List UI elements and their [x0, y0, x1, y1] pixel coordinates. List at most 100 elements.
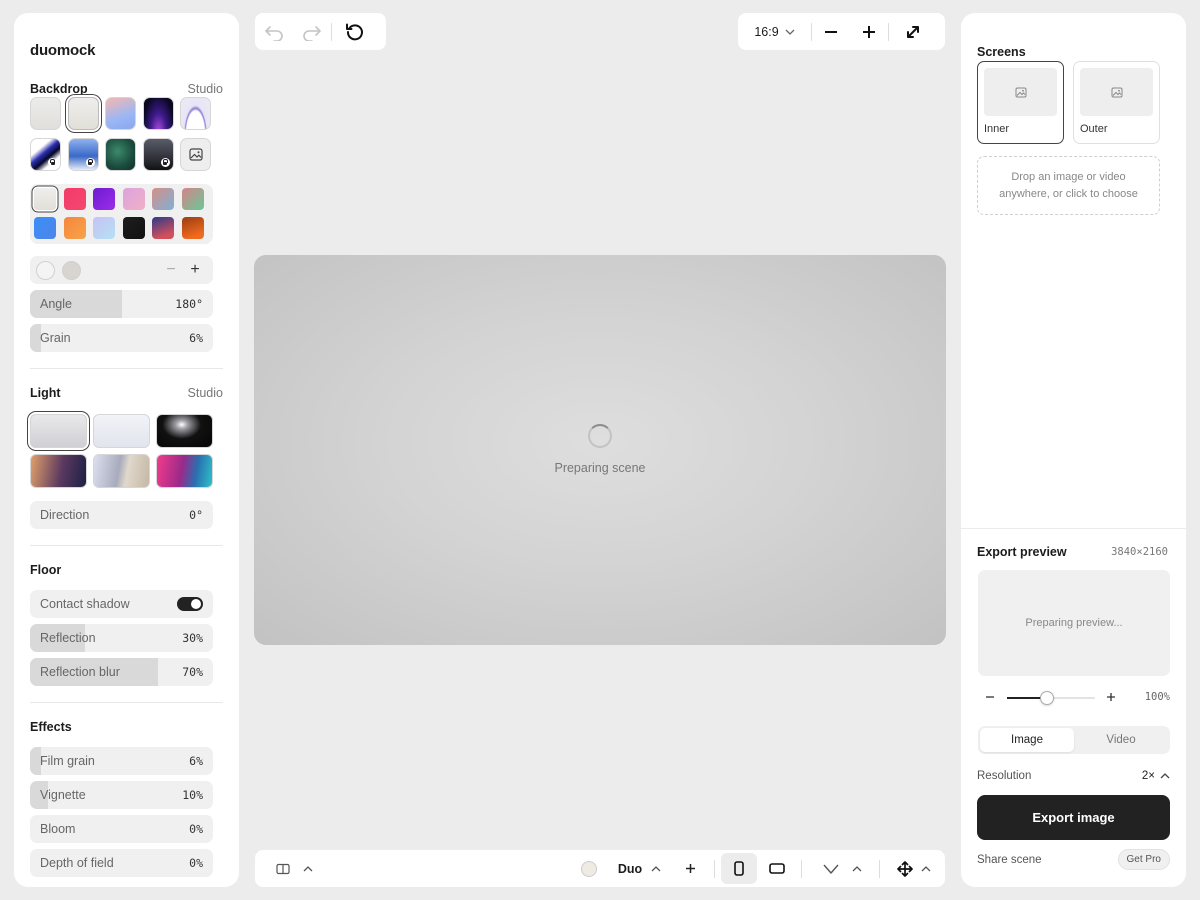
bloom-label: Bloom: [40, 822, 76, 836]
zoom-slider-handle[interactable]: [1040, 691, 1055, 705]
undo-button[interactable]: [255, 13, 293, 50]
color-swatch[interactable]: [63, 188, 86, 210]
mode-value: Duo: [617, 861, 643, 876]
mode-select[interactable]: Duo: [613, 850, 647, 887]
light-preset[interactable]: [156, 454, 213, 488]
aspect-ratio-select[interactable]: 16:9: [738, 13, 811, 50]
redo-icon: [303, 25, 321, 41]
export-image-button[interactable]: Export image: [977, 795, 1170, 840]
contact-shadow-label: Contact shadow: [40, 597, 130, 611]
direction-value: 0°: [189, 508, 203, 522]
backdrop-preset-wave[interactable]: [30, 138, 61, 171]
color-swatch[interactable]: [152, 217, 175, 239]
reflection-label: Reflection: [40, 631, 96, 645]
angle-label: Angle: [40, 297, 72, 311]
light-preset[interactable]: [30, 454, 87, 488]
vignette-slider[interactable]: Vignette 10%: [30, 781, 213, 809]
get-pro-button[interactable]: Get Pro: [1117, 849, 1170, 870]
color-swatch[interactable]: [93, 188, 116, 210]
light-preset[interactable]: [156, 414, 213, 448]
reflection-slider[interactable]: Reflection 30%: [30, 624, 213, 652]
zoom-out-button[interactable]: [985, 690, 995, 709]
share-scene-link[interactable]: Share scene: [977, 854, 1042, 866]
scene-canvas[interactable]: Preparing scene: [254, 255, 946, 645]
tab-image[interactable]: Image: [980, 728, 1074, 752]
zoom-in-button[interactable]: [1106, 690, 1116, 709]
chevron-up-icon: [303, 865, 313, 871]
redo-button[interactable]: [293, 13, 331, 50]
mode-menu-button[interactable]: [647, 850, 665, 887]
color-swatch[interactable]: [34, 188, 56, 210]
depth-of-field-slider[interactable]: Depth of field 0%: [30, 849, 213, 877]
light-mode[interactable]: Studio: [188, 386, 223, 400]
add-stop-button[interactable]: +: [183, 262, 207, 278]
contact-shadow-row: Contact shadow: [30, 590, 213, 618]
backdrop-preset-sky[interactable]: [67, 138, 99, 171]
screen-label: Outer: [1080, 123, 1108, 135]
export-type-tabs: Image Video: [978, 726, 1170, 754]
upload-backdrop-button[interactable]: [180, 138, 211, 171]
backdrop-mode[interactable]: Studio: [188, 82, 223, 96]
reset-button[interactable]: [332, 13, 378, 50]
reflection-blur-slider[interactable]: Reflection blur 70%: [30, 658, 213, 686]
floor-title: Floor: [30, 563, 62, 577]
backdrop-preset-night[interactable]: [142, 97, 174, 130]
preview-status: Preparing preview...: [1025, 617, 1123, 629]
color-swatch[interactable]: [93, 217, 116, 239]
plus-icon: [685, 864, 695, 873]
separator: [714, 860, 715, 878]
backdrop-preset-dusk[interactable]: [142, 138, 174, 171]
color-swatch[interactable]: [181, 188, 204, 210]
grain-slider[interactable]: Grain 6%: [30, 324, 213, 352]
contact-shadow-toggle[interactable]: [177, 597, 203, 611]
screen-label: Inner: [984, 123, 1010, 135]
add-device-button[interactable]: [679, 850, 701, 887]
divider: [30, 545, 223, 546]
color-swatch[interactable]: [181, 217, 204, 239]
portrait-button[interactable]: [721, 853, 757, 884]
color-swatch[interactable]: [152, 188, 175, 210]
camera-angle-button[interactable]: [821, 850, 841, 887]
backdrop-preset-pastel[interactable]: [105, 97, 136, 130]
layout-menu-button[interactable]: [299, 850, 317, 887]
image-icon: [188, 148, 203, 161]
minus-icon: [986, 696, 994, 698]
gradient-stop-2[interactable]: [62, 260, 81, 280]
backdrop-preset-forest[interactable]: [105, 138, 136, 171]
layout-button[interactable]: [273, 850, 293, 887]
color-swatch[interactable]: [122, 188, 145, 210]
camera-menu-button[interactable]: [848, 850, 866, 887]
direction-slider[interactable]: Direction 0°: [30, 501, 213, 529]
backdrop-preset-arc[interactable]: [180, 97, 211, 130]
angle-slider[interactable]: Angle 180°: [30, 290, 213, 318]
landscape-button[interactable]: [759, 850, 795, 887]
bloom-slider[interactable]: Bloom 0%: [30, 815, 213, 843]
left-panel: duomock Backdrop Studio − + Angle 180° G…: [14, 13, 239, 887]
chevron-up-icon: [921, 865, 931, 871]
backdrop-preset-warm-light[interactable]: [67, 97, 99, 130]
screen-inner[interactable]: Inner: [977, 61, 1064, 144]
move-button[interactable]: [894, 850, 916, 887]
device-color-button[interactable]: [579, 850, 599, 887]
tab-video[interactable]: Video: [1074, 728, 1168, 752]
resolution-select[interactable]: 2×: [1142, 770, 1170, 782]
remove-stop-button[interactable]: −: [159, 262, 183, 278]
light-preset[interactable]: [30, 414, 87, 448]
film-grain-slider[interactable]: Film grain 6%: [30, 747, 213, 775]
color-swatch[interactable]: [63, 217, 86, 239]
move-menu-button[interactable]: [917, 850, 935, 887]
lock-icon: [85, 158, 95, 167]
gradient-stop-1[interactable]: [36, 260, 55, 280]
zoom-in-button[interactable]: [850, 13, 888, 50]
light-preset[interactable]: [93, 454, 150, 488]
image-icon: [1111, 87, 1122, 97]
light-preset[interactable]: [93, 414, 150, 448]
fullscreen-button[interactable]: [889, 13, 937, 50]
media-drop-zone[interactable]: Drop an image or video anywhere, or clic…: [977, 156, 1160, 215]
color-swatch[interactable]: [122, 217, 145, 239]
color-swatch[interactable]: [34, 217, 56, 239]
screen-outer[interactable]: Outer: [1073, 61, 1160, 144]
zoom-out-button[interactable]: [812, 13, 850, 50]
move-icon: [897, 860, 913, 877]
backdrop-preset-plain-light[interactable]: [30, 97, 61, 130]
